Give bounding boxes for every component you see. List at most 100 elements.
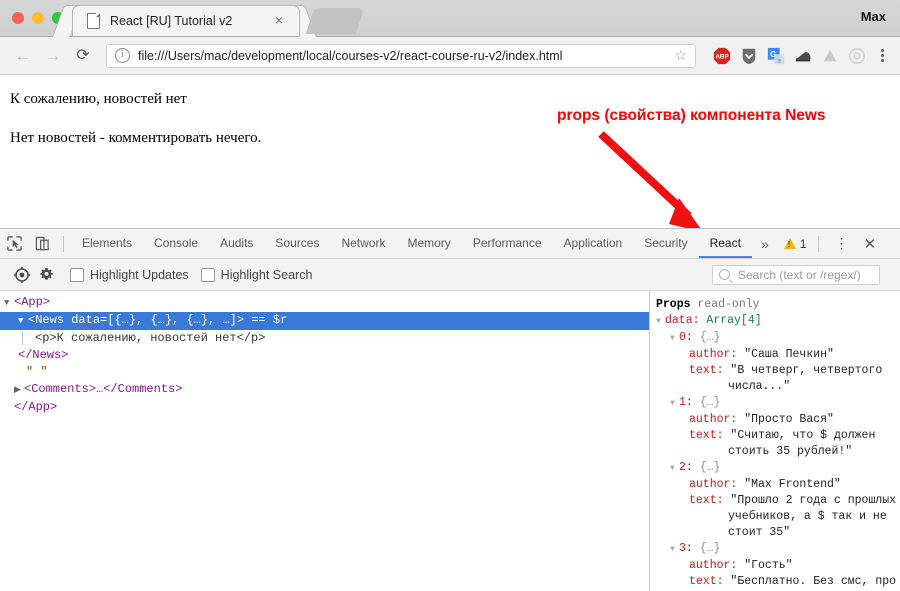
search-icon <box>719 269 730 280</box>
annotation-label: props (свойства) компонента News <box>557 107 826 124</box>
browser-tab[interactable]: React [RU] Tutorial v2 × <box>72 5 300 36</box>
devtools-tab-application[interactable]: Application <box>553 229 634 258</box>
devtools-tab-security[interactable]: Security <box>633 229 698 258</box>
browser-menu-icon[interactable] <box>874 49 890 62</box>
highlight-updates-checkbox[interactable]: Highlight Updates <box>70 267 189 282</box>
devtools-tab-react[interactable]: React <box>698 229 752 258</box>
props-author-value: "Саша Печкин" <box>744 348 834 361</box>
devtools-tab-audits[interactable]: Audits <box>209 229 264 258</box>
page-info-icon[interactable]: i <box>115 48 130 63</box>
chevron-down-icon[interactable]: ▼ <box>670 331 679 347</box>
tree-row[interactable]: </App> <box>0 399 649 416</box>
props-text-row-cont: учебников, а $ так и не <box>656 509 900 525</box>
bookmark-star-icon[interactable]: ☆ <box>674 47 687 64</box>
tree-row[interactable]: ▼ <App> <box>0 294 649 312</box>
devtools-tab-performance[interactable]: Performance <box>462 229 553 258</box>
minimize-window-button[interactable] <box>32 12 44 24</box>
devtools-tab-console[interactable]: Console <box>143 229 209 258</box>
tree-row-news-selected[interactable]: ▼ <News data=[{…}, {…}, {…}, …]> == $r <box>0 312 649 330</box>
tree-row-label: <App> <box>14 295 51 309</box>
props-header-label: Props <box>656 298 691 311</box>
window-controls[interactable] <box>12 12 64 24</box>
props-text-value-line: "Считаю, что $ должен <box>730 429 876 442</box>
warning-badge[interactable]: 1 <box>778 237 813 251</box>
chevron-right-icon[interactable]: ▶ <box>14 382 24 399</box>
close-icon[interactable]: × <box>271 12 287 29</box>
page-content: К сожалению, новостей нет Нет новостей -… <box>0 75 900 228</box>
document-icon <box>87 13 100 29</box>
devtools-close-icon[interactable]: ✕ <box>857 235 886 253</box>
url-text[interactable]: file:///Users/mac/development/local/cour… <box>138 49 674 63</box>
chevron-down-icon[interactable]: ▼ <box>656 314 665 330</box>
props-readonly-label: read-only <box>697 298 760 311</box>
props-item-row[interactable]: ▼ 2: {…} <box>656 460 900 477</box>
browser-window: React [RU] Tutorial v2 × Max ← → ⟳ i fil… <box>0 0 900 591</box>
new-tab-button[interactable] <box>305 8 365 34</box>
props-item-index: 0 <box>679 331 686 344</box>
tree-indent-guide <box>22 331 35 345</box>
tree-row-label: " " <box>26 365 48 379</box>
adblock-plus-icon[interactable]: ABP <box>713 47 731 65</box>
back-icon[interactable]: ← <box>10 43 36 69</box>
react-search-box[interactable] <box>712 264 880 285</box>
tree-row[interactable]: " " <box>0 364 649 381</box>
address-bar[interactable]: i file:///Users/mac/development/local/co… <box>106 43 696 68</box>
highlight-updates-label: Highlight Updates <box>90 267 189 282</box>
react-panel-toolbar: Highlight Updates Highlight Search <box>0 259 900 291</box>
google-drive-icon[interactable] <box>821 47 839 65</box>
props-author-key: author: <box>689 413 738 426</box>
devtools-tab-elements[interactable]: Elements <box>71 229 143 258</box>
browser-toolbar: ← → ⟳ i file:///Users/mac/development/lo… <box>0 37 900 75</box>
tree-row[interactable]: </News> <box>0 347 649 364</box>
checkbox-box[interactable] <box>70 267 84 282</box>
close-window-button[interactable] <box>12 12 24 24</box>
props-text-value-line: учебников, а $ так и не <box>728 510 887 523</box>
props-item-row[interactable]: ▼ 1: {…} <box>656 395 900 412</box>
props-author-value: "Просто Вася" <box>744 413 834 426</box>
props-text-row: text: "В четверг, четвертого <box>656 363 900 379</box>
props-item-obj: {…} <box>699 331 721 344</box>
sneaker-icon[interactable] <box>794 47 812 65</box>
tree-row[interactable]: <p>К сожалению, новостей нет</p> <box>0 330 649 347</box>
shield-icon[interactable] <box>740 47 758 65</box>
chevron-down-icon[interactable]: ▼ <box>18 313 28 330</box>
devtools-menu-icon[interactable]: ⋮ <box>825 235 857 252</box>
inspect-element-icon[interactable] <box>0 229 28 258</box>
target-circle-icon[interactable] <box>848 47 866 65</box>
props-text-key: text: <box>689 575 724 588</box>
tree-row[interactable]: ▶ <Comments>…</Comments> <box>0 381 649 399</box>
chevron-down-icon[interactable]: ▼ <box>670 396 679 412</box>
reload-icon[interactable]: ⟳ <box>70 43 96 69</box>
props-item-row[interactable]: ▼ 3: {…} <box>656 541 900 558</box>
devtools-tab-sources[interactable]: Sources <box>264 229 330 258</box>
chevron-down-icon[interactable]: ▼ <box>670 461 679 477</box>
props-item-obj: {…} <box>699 396 721 409</box>
warning-count: 1 <box>799 236 807 251</box>
highlight-search-checkbox[interactable]: Highlight Search <box>200 267 312 282</box>
svg-text:a: a <box>777 57 781 64</box>
search-input[interactable] <box>736 266 873 283</box>
props-item-row[interactable]: ▼ 0: {…} <box>656 330 900 347</box>
profile-name[interactable]: Max <box>861 9 886 24</box>
gear-icon[interactable] <box>34 263 58 287</box>
props-text-row: text: "Считаю, что $ должен <box>656 428 900 444</box>
select-element-icon[interactable] <box>10 263 34 287</box>
checkbox-box[interactable] <box>200 267 215 282</box>
props-text-value-line: "В четверг, четвертого <box>730 364 883 377</box>
google-translate-icon[interactable]: G a <box>767 47 785 65</box>
props-root-row[interactable]: ▼ data: Array[4] <box>656 313 900 330</box>
devtools-overflow-icon[interactable]: » <box>752 236 778 252</box>
props-text-value-line: "Прошло 2 года с прошлых <box>730 494 897 507</box>
props-author-key: author: <box>689 559 738 572</box>
props-author-key: author: <box>689 478 738 491</box>
chevron-down-icon[interactable]: ▼ <box>4 295 14 312</box>
devtools-tab-network[interactable]: Network <box>330 229 396 258</box>
forward-icon[interactable]: → <box>40 43 66 69</box>
react-element-tree[interactable]: ▼ <App> ▼ <News data=[{…}, {…}, {…}, …]> =… <box>0 291 650 591</box>
react-props-panel: Props read-only ▼ data: Array[4] ▼ 0: {…} … <box>650 291 900 591</box>
device-toolbar-icon[interactable] <box>28 229 56 258</box>
devtools-tab-memory[interactable]: Memory <box>396 229 461 258</box>
svg-text:ABP: ABP <box>715 53 728 60</box>
props-text-value-line: стоить 35 рублей!" <box>728 445 853 458</box>
chevron-down-icon[interactable]: ▼ <box>670 542 679 558</box>
